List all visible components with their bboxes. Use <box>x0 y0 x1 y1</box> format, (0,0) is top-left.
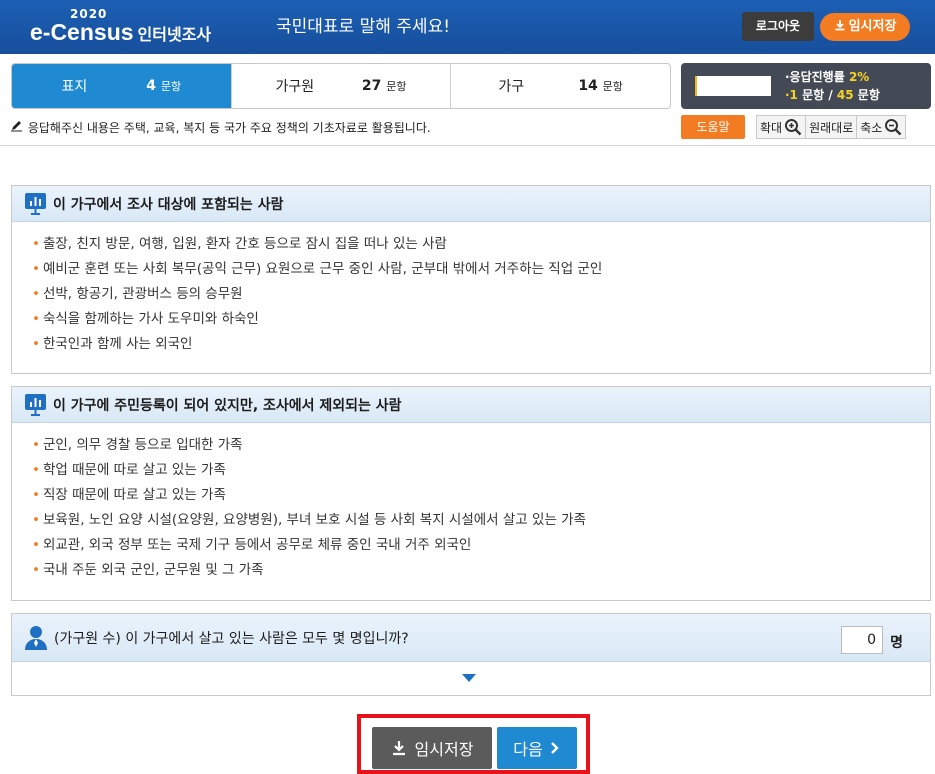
section-header: 이 가구에 주민등록이 되어 있지만, 조사에서 제외되는 사람 <box>12 387 930 423</box>
progress-rate-value: 2% <box>848 70 870 84</box>
zoom-in-icon <box>785 119 802 136</box>
excluded-persons-section: 이 가구에 주민등록이 되어 있지만, 조사에서 제외되는 사람 군인, 의무 … <box>11 386 931 601</box>
section-title: 이 가구에 주민등록이 되어 있지만, 조사에서 제외되는 사람 <box>53 397 402 414</box>
list-item: 외교관, 외국 정부 또는 국제 기구 등에서 공무로 체류 중인 국내 거주 … <box>32 533 930 558</box>
progress-count-unit: 문항 <box>853 88 880 102</box>
household-size-question: (가구원 수) 이 가구에서 살고 있는 사람은 모두 몇 명입니까? 0 명 <box>11 613 931 696</box>
next-label: 다음 <box>513 740 543 759</box>
reset-zoom-label: 원래대로 <box>809 120 854 135</box>
progress-total: 45 <box>836 88 854 102</box>
question-unit: 명 <box>890 635 903 651</box>
notice-text: 응답해주신 내용은 주택, 교육, 복지 등 국가 주요 정책의 기초자료로 활… <box>27 121 431 135</box>
presentation-board-icon <box>25 394 46 416</box>
list-item: 군인, 의무 경찰 등으로 입대한 가족 <box>32 433 930 458</box>
zoom-out-button[interactable]: 축소 <box>856 115 907 139</box>
help-button[interactable]: 도움말 <box>681 115 745 139</box>
list-item: 국내 주둔 외국 군인, 군무원 및 그 가족 <box>32 558 930 583</box>
chevron-right-icon <box>550 742 559 754</box>
list-item: 보육원, 노인 요양 시설(요양원, 요양병원), 부녀 보호 시설 등 사회 … <box>32 508 930 533</box>
tab-household-members-label: 가구원 <box>275 79 315 95</box>
included-persons-section: 이 가구에서 조사 대상에 포함되는 사람 출장, 친지 방문, 여행, 입원,… <box>11 185 931 374</box>
list-item: 학업 때문에 따로 살고 있는 가족 <box>32 458 930 483</box>
household-count-input[interactable]: 0 <box>841 626 883 654</box>
temp-save-top-label: 임시저장 <box>848 19 897 34</box>
next-button[interactable]: 다음 <box>497 727 577 769</box>
logo-brand-text: e-Census <box>30 19 134 45</box>
zoom-in-button[interactable]: 확대 <box>756 115 807 139</box>
temp-save-top-button[interactable]: 임시저장 <box>820 13 910 41</box>
excluded-persons-list: 군인, 의무 경찰 등으로 입대한 가족 학업 때문에 따로 살고 있는 가족 … <box>12 423 930 583</box>
person-icon <box>25 625 47 650</box>
logo-brand: e-Census 인터넷조사 <box>30 19 211 46</box>
top-header: 2020 e-Census 인터넷조사 국민대표로 말해 주세요! 로그아웃 임시… <box>0 0 935 54</box>
progress-panel: ·응답진행률 2% ·1 문항 / 45 문항 <box>681 63 931 109</box>
section-title: 이 가구에서 조사 대상에 포함되는 사람 <box>53 196 284 213</box>
question-text: (가구원 수) 이 가구에서 살고 있는 사람은 모두 몇 명입니까? <box>54 630 409 647</box>
progress-current: ·1 <box>785 88 798 102</box>
list-item: 예비군 훈련 또는 사회 복무(공익 근무) 요원으로 근무 중인 사람, 군부… <box>32 257 930 282</box>
toolbar-divider <box>0 145 935 146</box>
presentation-board-icon <box>25 193 46 215</box>
notice-line: 응답해주신 내용은 주택, 교육, 복지 등 국가 주요 정책의 기초자료로 활… <box>10 119 431 136</box>
zoom-out-icon <box>885 119 902 136</box>
list-item: 직장 때문에 따로 살고 있는 가족 <box>32 483 930 508</box>
list-item: 출장, 친지 방문, 여행, 입원, 환자 간호 등으로 잠시 집을 떠나 있는… <box>32 232 930 257</box>
download-icon <box>392 741 405 756</box>
section-header: 이 가구에서 조사 대상에 포함되는 사람 <box>12 186 930 222</box>
logo-sub-text: 인터넷조사 <box>137 25 212 44</box>
progress-bar-fill <box>695 76 697 96</box>
tab-cover[interactable]: 표지 4 문항 <box>12 64 232 108</box>
download-icon <box>835 20 845 31</box>
header-slogan: 국민대표로 말해 주세요! <box>276 17 451 37</box>
temp-save-label: 임시저장 <box>414 740 474 759</box>
included-persons-list: 출장, 친지 방문, 여행, 입원, 환자 간호 등으로 잠시 집을 떠나 있는… <box>12 222 930 357</box>
reset-zoom-button[interactable]: 원래대로 <box>805 115 858 139</box>
zoom-in-label: 확대 <box>760 120 783 135</box>
tab-household-members-count: 27 문항 <box>361 78 407 94</box>
progress-rate-label: ·응답진행률 <box>785 70 845 84</box>
temp-save-button[interactable]: 임시저장 <box>372 727 492 769</box>
list-item: 한국인과 함께 사는 외국인 <box>32 332 930 357</box>
tab-household[interactable]: 가구 14 문항 <box>451 64 670 108</box>
question-header: (가구원 수) 이 가구에서 살고 있는 사람은 모두 몇 명입니까? 0 명 <box>12 614 930 662</box>
progress-count-mid: 문항 / <box>797 88 837 102</box>
tab-cover-count: 4 문항 <box>146 78 182 94</box>
progress-bar <box>695 76 771 96</box>
zoom-out-label: 축소 <box>860 120 883 135</box>
tab-household-count: 14 문항 <box>578 78 623 94</box>
progress-text: ·응답진행률 2% ·1 문항 / 45 문항 <box>785 68 880 104</box>
tab-household-members[interactable]: 가구원 27 문항 <box>232 64 452 108</box>
tab-household-label: 가구 <box>498 79 525 95</box>
expand-arrow-icon[interactable] <box>462 674 476 682</box>
tab-cover-label: 표지 <box>61 79 88 95</box>
list-item: 선박, 항공기, 관광버스 등의 승무원 <box>32 282 930 307</box>
pencil-icon <box>11 121 22 132</box>
section-tabs: 표지 4 문항 가구원 27 문항 가구 14 문항 <box>11 63 671 109</box>
logout-button[interactable]: 로그아웃 <box>742 12 814 41</box>
zoom-controls: 확대 원래대로 축소 <box>756 115 907 139</box>
list-item: 숙식을 함께하는 가사 도우미와 하숙인 <box>32 307 930 332</box>
